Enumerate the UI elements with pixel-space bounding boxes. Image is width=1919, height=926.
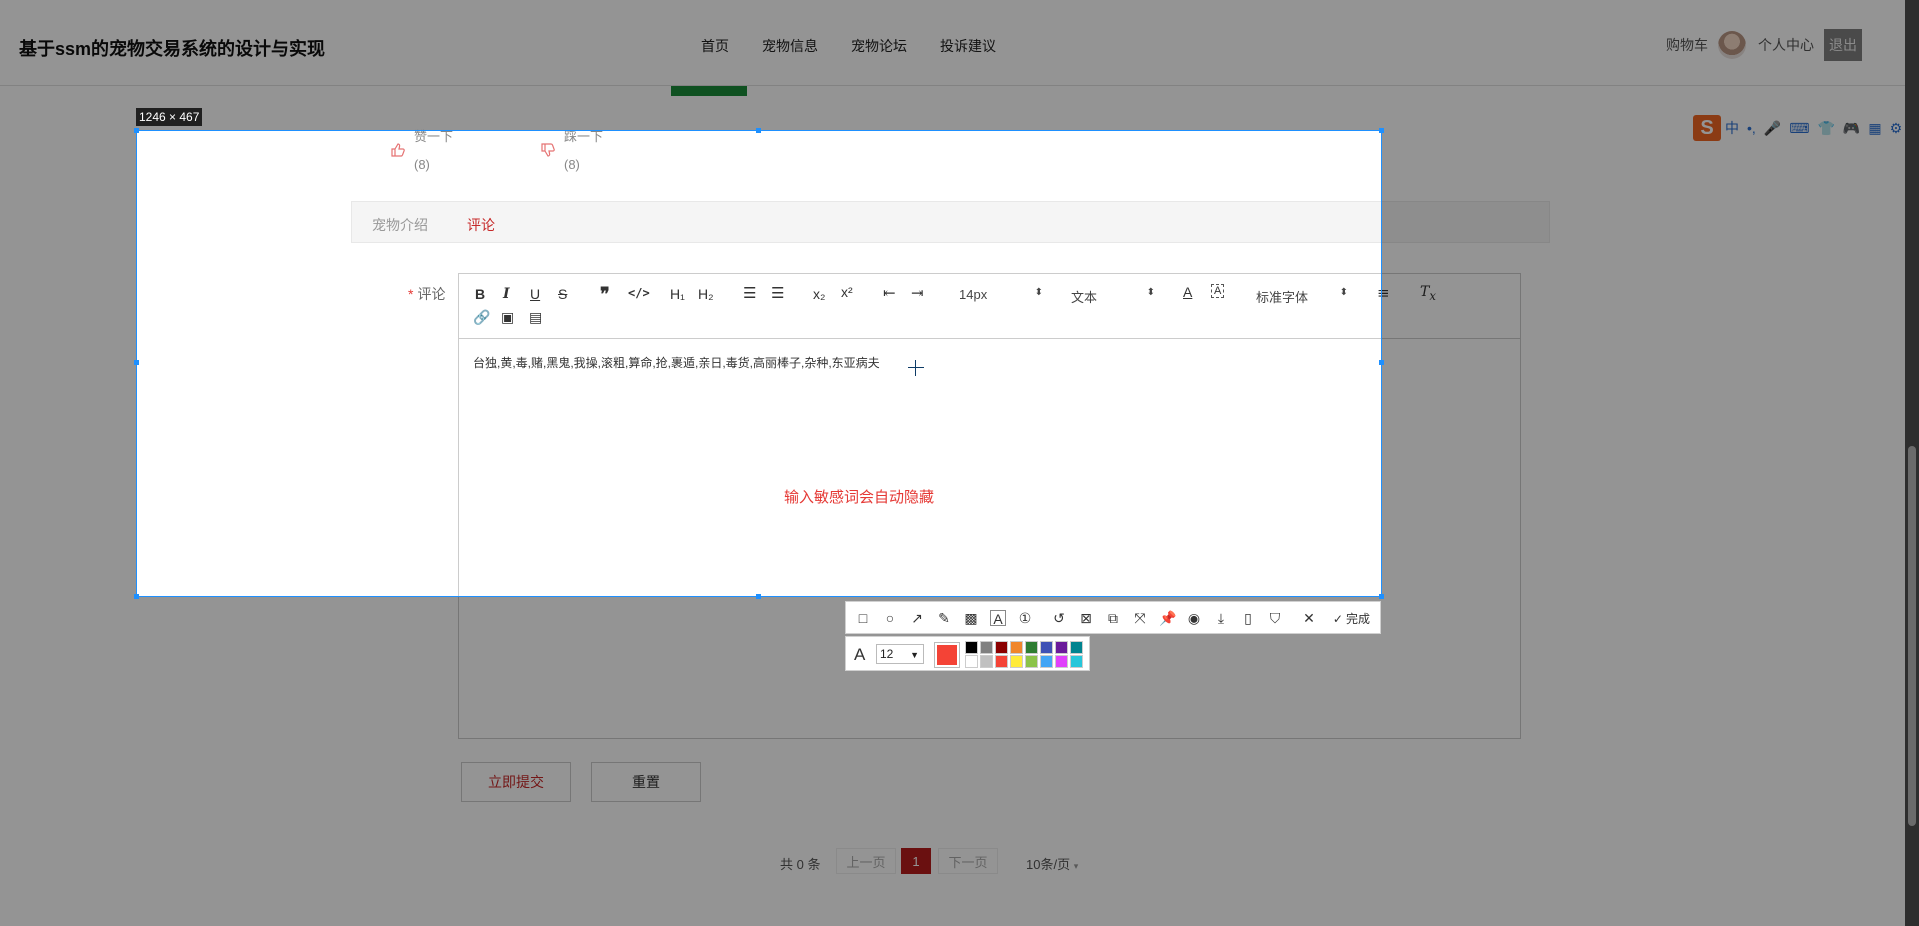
ellipse-icon[interactable]: ○	[882, 610, 898, 626]
resize-handle[interactable]	[134, 594, 139, 599]
resize-handle[interactable]	[756, 594, 761, 599]
color-swatch[interactable]	[1025, 641, 1038, 654]
page-scrollbar[interactable]	[1905, 0, 1919, 926]
mosaic-icon[interactable]: ▩	[963, 610, 979, 626]
crosshair-cursor-icon	[908, 360, 924, 376]
color-swatch[interactable]	[965, 655, 978, 668]
color-swatch[interactable]	[1040, 641, 1053, 654]
font-size-dropdown[interactable]: 12 ▼	[876, 644, 924, 664]
color-swatch[interactable]	[1055, 641, 1068, 654]
color-swatch[interactable]	[965, 641, 978, 654]
pencil-icon[interactable]: ✎	[936, 610, 952, 626]
translate-icon[interactable]: ⧉	[1105, 610, 1121, 626]
color-swatch[interactable]	[1010, 641, 1023, 654]
overlay-shade-left	[0, 130, 136, 597]
resize-handle[interactable]	[1379, 128, 1384, 133]
undo-icon[interactable]: ↺	[1051, 610, 1067, 626]
done-label: 完成	[1345, 612, 1370, 626]
current-color[interactable]	[934, 642, 960, 668]
color-swatch[interactable]	[1070, 641, 1083, 654]
close-icon[interactable]: ✕	[1301, 610, 1317, 626]
bookmark-icon[interactable]: ⛉	[1267, 610, 1283, 626]
color-swatch[interactable]	[980, 655, 993, 668]
scrollbar-thumb[interactable]	[1908, 446, 1916, 826]
font-size-value: 12	[880, 647, 894, 661]
color-palette	[965, 641, 1085, 668]
color-swatch[interactable]	[1070, 655, 1083, 668]
color-swatch[interactable]	[1010, 655, 1023, 668]
text-tool-icon[interactable]: A	[990, 610, 1006, 627]
color-swatch[interactable]	[995, 655, 1008, 668]
resize-handle[interactable]	[134, 128, 139, 133]
color-swatch[interactable]	[995, 641, 1008, 654]
selection-size-label: 1246 × 467	[136, 108, 203, 126]
capture-toolbar: □ ○ ↗ ✎ ▩ A ① ↺ ⊠ ⧉ ⤧ 📌 ◉ ⤓ ▯ ⛉ ✕ ✓ 完成	[845, 601, 1381, 634]
phone-icon[interactable]: ▯	[1240, 610, 1256, 626]
current-color-fill	[937, 645, 957, 665]
resize-handle[interactable]	[1379, 360, 1384, 365]
scroll-capture-icon[interactable]: ⤧	[1132, 610, 1148, 626]
pin-icon[interactable]: 📌	[1159, 610, 1176, 626]
done-button[interactable]: ✓ 完成	[1333, 610, 1370, 627]
text-style-panel: A 12 ▼	[845, 636, 1090, 671]
color-swatch[interactable]	[980, 641, 993, 654]
capture-selection[interactable]	[136, 130, 1382, 597]
color-swatch[interactable]	[1025, 655, 1038, 668]
ocr-icon[interactable]: ⊠	[1078, 610, 1094, 626]
resize-handle[interactable]	[134, 360, 139, 365]
rectangle-icon[interactable]: □	[855, 610, 871, 626]
chevron-down-icon: ▼	[910, 650, 919, 660]
color-swatch[interactable]	[1055, 655, 1068, 668]
record-icon[interactable]: ◉	[1186, 610, 1202, 626]
overlay-shade-top	[0, 0, 1919, 130]
arrow-icon[interactable]: ↗	[909, 610, 925, 626]
font-icon: A	[854, 645, 866, 664]
color-swatch[interactable]	[1040, 655, 1053, 668]
download-icon[interactable]: ⤓	[1213, 610, 1229, 626]
overlay-shade-right	[1382, 130, 1919, 597]
resize-handle[interactable]	[756, 128, 761, 133]
number-marker-icon[interactable]: ①	[1017, 610, 1033, 626]
check-icon: ✓	[1332, 612, 1343, 626]
resize-handle[interactable]	[1379, 594, 1384, 599]
